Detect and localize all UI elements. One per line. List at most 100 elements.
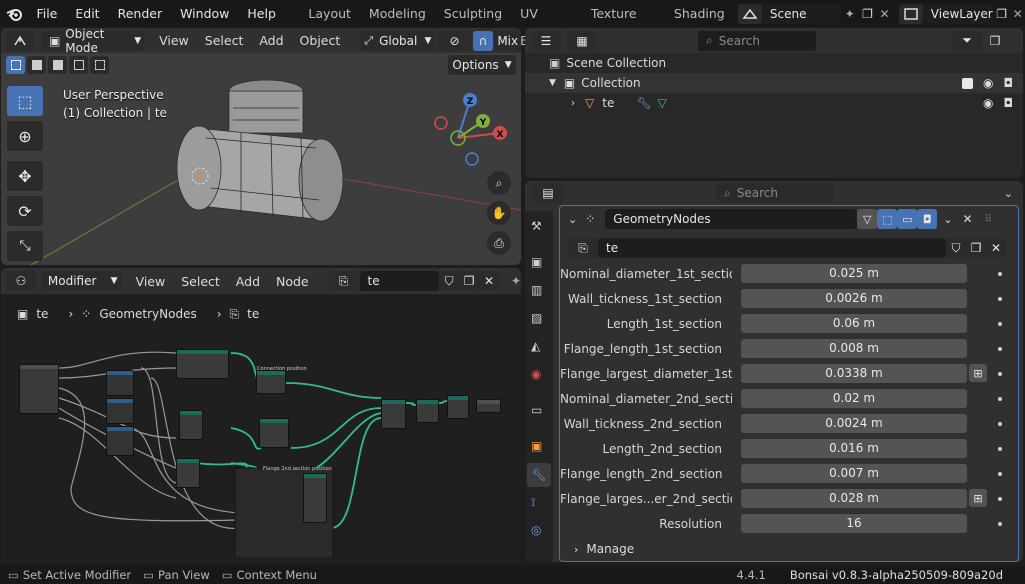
keyframe-icon[interactable] [998, 471, 1002, 476]
eye-icon[interactable]: ◉ [983, 76, 993, 90]
move-tool[interactable]: ✥ [7, 161, 43, 191]
menu-view[interactable]: View [151, 33, 197, 48]
menu-add[interactable]: Add [251, 33, 291, 48]
blender-logo-icon[interactable] [0, 7, 27, 21]
tab-tool[interactable]: ⚒ [531, 219, 542, 233]
unlink-button[interactable]: ✕ [479, 271, 499, 291]
manage-subpanel[interactable]: › Manage [560, 538, 1018, 560]
drag-handle-icon[interactable]: ⠿ [985, 214, 992, 225]
tab-sculpting[interactable]: Sculpting [435, 0, 511, 27]
tab-particles[interactable]: ⟟ [531, 495, 535, 510]
menu-edit[interactable]: Edit [66, 6, 108, 21]
tab-collection[interactable]: ▭ [531, 403, 542, 417]
zoom-button[interactable]: ⌕ [487, 171, 511, 195]
chevron-down-icon[interactable]: ⌄ [943, 213, 952, 226]
menu-file[interactable]: File [27, 6, 66, 21]
pin-icon[interactable]: ✦ [841, 7, 859, 21]
geometry-node[interactable] [176, 458, 200, 488]
group-input-node[interactable] [19, 364, 59, 414]
new-scene-icon[interactable]: ❐ [859, 7, 877, 21]
outliner-search[interactable]: ⌕ Search [698, 30, 816, 51]
unlink-button[interactable]: ✕ [986, 238, 1006, 258]
flange-output-node[interactable] [303, 473, 327, 523]
param-value[interactable]: 16 [741, 514, 967, 533]
view-layer-field[interactable]: ViewLayer [922, 3, 993, 24]
node-group-browse[interactable]: ⎘ [568, 238, 598, 258]
editor-type-button[interactable] [6, 30, 35, 51]
param-value[interactable]: 0.028 m [741, 489, 967, 508]
node-tree-browse[interactable]: ⎘ [328, 271, 359, 291]
mode-dropdown[interactable]: ▣ Object Mode ▼ [42, 28, 146, 55]
select-new-button[interactable] [6, 56, 25, 74]
view-layer-type-button[interactable] [898, 3, 923, 24]
cursor-tool[interactable]: ⊕ [7, 121, 43, 151]
context-dropdown[interactable]: Modifier ▼ [41, 271, 122, 291]
keyframe-icon[interactable] [998, 446, 1002, 451]
keyframe-icon[interactable] [998, 296, 1002, 301]
fake-user-button[interactable]: ⛉ [439, 271, 460, 291]
transform-node[interactable] [259, 418, 289, 448]
scene-type-button[interactable] [737, 3, 762, 24]
cage-toggle[interactable]: ⬚ [877, 209, 898, 229]
display-mode-button[interactable]: ▦ [567, 30, 597, 51]
new-collection-button[interactable]: ❐ [986, 31, 1004, 51]
chevron-down-icon[interactable]: ⌄ [568, 213, 577, 226]
node-group-field[interactable]: te [598, 238, 946, 258]
filter-button[interactable]: ⏷ [952, 30, 982, 51]
menu-render[interactable]: Render [109, 6, 172, 21]
keyframe-icon[interactable] [998, 396, 1002, 401]
keyframe-icon[interactable] [998, 421, 1002, 426]
tab-modifiers[interactable]: 🔧︎ [527, 463, 551, 487]
keyframe-icon[interactable] [998, 271, 1002, 276]
modifier-name-field[interactable]: GeometryNodes [605, 209, 858, 229]
scene-field[interactable]: Scene [761, 3, 841, 24]
menu-object[interactable]: Object [292, 33, 349, 48]
tab-render[interactable]: ▣ [531, 255, 542, 269]
checkbox-icon[interactable] [962, 77, 974, 89]
param-value[interactable]: 0.025 m [741, 264, 967, 283]
menu-view[interactable]: View [128, 274, 174, 289]
attribute-toggle[interactable]: ⊞ [969, 364, 987, 382]
merge-node[interactable] [416, 399, 439, 423]
scale-tool[interactable]: ⤡ [7, 231, 43, 261]
tab-scene[interactable]: ◭ [531, 339, 540, 353]
menu-node[interactable]: Node [268, 274, 317, 289]
outliner-row[interactable]: ▣ Scene Collection [525, 53, 1023, 73]
tab-shading[interactable]: Shading [665, 0, 734, 27]
pivot-button[interactable]: ⊘ [438, 30, 471, 51]
fake-user-button[interactable]: ⛉ [946, 238, 966, 258]
node-editor[interactable]: ⚇ Modifier ▼ View Select Add Node ⎘ te ⛉ … [1, 268, 521, 562]
eye-icon[interactable]: ◉ [983, 96, 993, 110]
set-shade-node[interactable] [447, 395, 469, 419]
param-value[interactable]: 0.016 m [741, 439, 967, 458]
close-icon[interactable]: ✕ [963, 212, 973, 226]
tab-modeling[interactable]: Modeling [360, 0, 435, 27]
join-geometry-node[interactable] [381, 399, 406, 429]
camera-icon[interactable]: ◘ [1004, 96, 1014, 110]
param-value[interactable]: 0.0026 m [741, 289, 967, 308]
menu-select[interactable]: Select [197, 33, 252, 48]
keyframe-icon[interactable] [998, 371, 1002, 376]
duplicate-button[interactable]: ❐ [966, 238, 986, 258]
options-dropdown[interactable]: Options ▼ [448, 55, 516, 75]
select-intersect-button[interactable] [90, 56, 109, 74]
param-value[interactable]: 0.02 m [741, 389, 967, 408]
menu-help[interactable]: Help [238, 6, 285, 21]
tab-output[interactable]: ▥ [531, 283, 542, 297]
properties-editor-type[interactable]: ▤ [533, 183, 563, 203]
duplicate-button[interactable]: ❐ [459, 271, 480, 291]
mix-dropdown[interactable]: Mix [494, 30, 521, 51]
tab-object[interactable]: ▣ [531, 439, 542, 453]
snap-toggle[interactable]: ∩ [472, 30, 494, 51]
tab-uv-editing[interactable]: UV Editing [511, 0, 582, 48]
outliner-row[interactable]: ▼ ▣ Collection ◉ ◘ [525, 73, 1023, 93]
new-view-layer-icon[interactable]: ❐ [993, 7, 1011, 21]
transform-orientation-dropdown[interactable]: ⤢ Global ▼ [360, 30, 435, 51]
select-subtract-button[interactable] [48, 56, 67, 74]
select-extend-button[interactable] [27, 56, 46, 74]
viewport-toggle[interactable]: ▭ [897, 209, 918, 229]
menu-select[interactable]: Select [173, 274, 228, 289]
tab-layout[interactable]: Layout [299, 0, 360, 27]
param-value[interactable]: 0.0024 m [741, 414, 967, 433]
tab-texture-paint[interactable]: Texture Paint [582, 0, 665, 48]
